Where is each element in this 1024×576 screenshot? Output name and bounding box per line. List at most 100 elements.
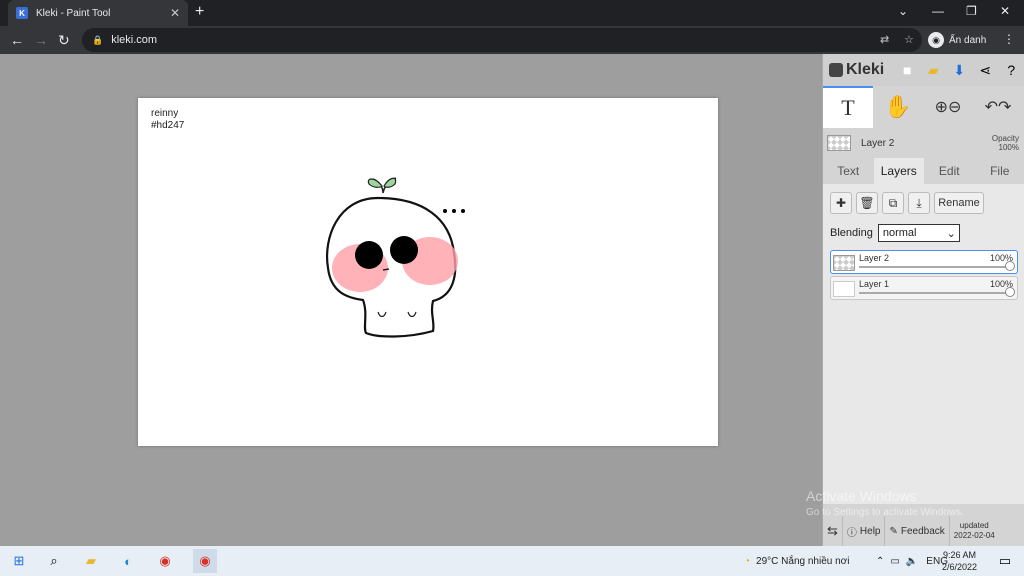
layers-panel: ✚ 🗑 ⧉ ⤓ Rename Blending normal ⌄ Layer 2… (823, 184, 1024, 504)
incognito-icon: ◉ (928, 32, 944, 48)
layer-name: Layer 1 (859, 279, 890, 289)
zoom-button[interactable]: ⊕⊖ (923, 86, 973, 128)
incognito-profile[interactable]: ◉ Ẩn danh (928, 29, 986, 51)
address-bar[interactable]: 🔒 kleki.com (82, 28, 922, 52)
logo-text: Kleki (846, 61, 885, 78)
browser-toolbar: ← → ↻ 🔒 kleki.com ⇄ ☆ ◉ Ẩn danh (0, 26, 1024, 54)
updated-date: 2022-02-04 (953, 531, 995, 540)
weather-text: 29°C Nắng nhiều nơi (756, 555, 850, 567)
download-icon[interactable]: ⬇ (946, 62, 972, 79)
chevron-down-icon: ⌄ (946, 227, 956, 240)
close-window-icon[interactable]: ✕ (1000, 4, 1010, 18)
close-tab-icon[interactable]: ✕ (170, 6, 180, 20)
weather-widget[interactable]: ◔ 29°C Nắng nhiều nơi (744, 546, 849, 576)
tab-title: Kleki - Paint Tool (36, 7, 111, 19)
layer-name: Layer 2 (859, 253, 890, 263)
delete-layer-button[interactable]: 🗑 (856, 192, 878, 214)
help-circle-icon[interactable]: ? (998, 62, 1024, 79)
search-icon[interactable]: ⌕ (45, 552, 63, 570)
text-tool-button[interactable]: T (823, 86, 873, 128)
clock[interactable]: 9:26 AM 2/6/2022 (942, 546, 977, 576)
kleki-favicon-icon: K (16, 7, 28, 19)
layer-item-2[interactable]: Layer 2 100% (830, 250, 1018, 274)
edge-icon[interactable]: ◐ (119, 552, 137, 570)
browser-menu-icon[interactable]: ⋮ (1003, 32, 1015, 46)
kleki-logo-icon (829, 63, 843, 77)
hand-tool-button[interactable]: ✋ (873, 86, 923, 128)
tab-kleki[interactable]: K Kleki - Paint Tool ✕ (8, 0, 188, 26)
help-label: Help (859, 525, 881, 537)
translate-icon[interactable]: ⇄ (880, 33, 889, 46)
current-layer-thumb (827, 135, 851, 151)
drawing-canvas[interactable]: reinny #hd247 (138, 98, 718, 446)
layer-item-1[interactable]: Layer 1 100% (830, 276, 1018, 300)
blending-value: normal (882, 227, 917, 239)
notifications-icon[interactable]: ▭ (996, 552, 1014, 570)
opacity-label: Opacity (991, 134, 1019, 143)
swap-icon[interactable]: ⇆ (823, 516, 843, 546)
weather-icon: ◔ (744, 555, 751, 567)
rename-button[interactable]: Rename (934, 192, 984, 214)
merge-layer-button[interactable]: ⤓ (908, 192, 930, 214)
layer-thumb (833, 255, 855, 271)
kleki-side-panel: Kleki ■ ▰ ⬇ ⋖ ? T ✋ ⊕⊖ ↶↷ Layer 2 Opacit… (822, 54, 1024, 546)
lock-icon: 🔒 (92, 34, 104, 45)
kleki-logo: Kleki (823, 61, 884, 79)
updated-info: updated 2022-02-04 (950, 516, 999, 546)
url-text: kleki.com (111, 34, 158, 46)
restore-icon[interactable]: ❐ (966, 4, 977, 18)
help-button[interactable]: ⓘ Help (843, 516, 886, 546)
panel-header: Kleki ■ ▰ ⬇ ⋖ ? (823, 54, 1024, 86)
new-tab-icon[interactable]: + (195, 3, 204, 21)
help-icon: ⓘ (846, 527, 857, 539)
updated-label: updated (959, 521, 989, 530)
open-folder-icon[interactable]: ▰ (920, 62, 946, 79)
tray-icons: ⌃ ▭ 🔈 ENG (876, 546, 948, 576)
tab-search-icon[interactable]: ⌄ (898, 4, 908, 18)
paint-area[interactable]: reinny #hd247 (0, 54, 822, 546)
tab-file[interactable]: File (975, 158, 1024, 184)
undo-redo-button[interactable]: ↶↷ (973, 86, 1023, 128)
blending-row: Blending normal ⌄ (830, 224, 960, 242)
panel-tabs: Text Layers Edit File (823, 158, 1024, 184)
network-icon[interactable]: ▭ (890, 556, 899, 567)
blending-select[interactable]: normal ⌄ (877, 224, 960, 242)
chrome-active-icon[interactable]: ◉ (193, 549, 217, 573)
share-icon[interactable]: ⋖ (972, 62, 998, 79)
file-explorer-icon[interactable]: ▰ (82, 552, 100, 570)
tab-edit[interactable]: Edit (924, 158, 975, 184)
panel-footer: ⇆ ⓘ Help ✎ Feedback updated 2022-02-04 (823, 516, 1024, 546)
current-layer-bar: Layer 2 Opacity 100% (823, 128, 1024, 158)
bookmark-star-icon[interactable]: ☆ (904, 33, 914, 46)
browser-window: K Kleki - Paint Tool ✕ + ⌄ — ❐ ✕ ← → ↻ 🔒… (0, 0, 1024, 546)
current-layer-name: Layer 2 (861, 137, 895, 149)
feedback-label: Feedback (900, 525, 945, 537)
layer-opacity-slider[interactable] (859, 266, 1009, 268)
chrome-icon[interactable]: ◉ (156, 552, 174, 570)
tab-strip: K Kleki - Paint Tool ✕ + ⌄ — ❐ ✕ (0, 0, 1024, 26)
blending-label: Blending (830, 227, 873, 239)
volume-icon[interactable]: 🔈 (906, 556, 918, 567)
new-image-icon[interactable]: ■ (894, 62, 920, 79)
duplicate-layer-button[interactable]: ⧉ (882, 192, 904, 214)
profile-label: Ẩn danh (949, 34, 987, 46)
slider-knob[interactable] (1005, 287, 1015, 297)
layer-thumb (833, 281, 855, 297)
tool-row: T ✋ ⊕⊖ ↶↷ (823, 86, 1024, 128)
feedback-icon: ✎ (889, 525, 898, 537)
tab-layers[interactable]: Layers (873, 158, 924, 184)
forward-icon[interactable]: → (34, 32, 48, 48)
layer-opacity-slider[interactable] (859, 292, 1009, 294)
back-icon[interactable]: ← (10, 32, 24, 48)
chevron-up-icon[interactable]: ⌃ (876, 556, 884, 567)
feedback-button[interactable]: ✎ Feedback (885, 516, 950, 546)
reload-icon[interactable]: ↻ (58, 32, 70, 49)
activate-windows-subtitle: Go to Settings to activate Windows. (806, 507, 964, 518)
slider-knob[interactable] (1005, 261, 1015, 271)
drawing-character (326, 177, 465, 338)
minimize-icon[interactable]: — (932, 4, 944, 18)
windows-start-icon[interactable]: ⊞ (10, 552, 28, 570)
activate-windows-title: Activate Windows (806, 488, 917, 504)
tab-text[interactable]: Text (823, 158, 874, 184)
add-layer-button[interactable]: ✚ (830, 192, 852, 214)
